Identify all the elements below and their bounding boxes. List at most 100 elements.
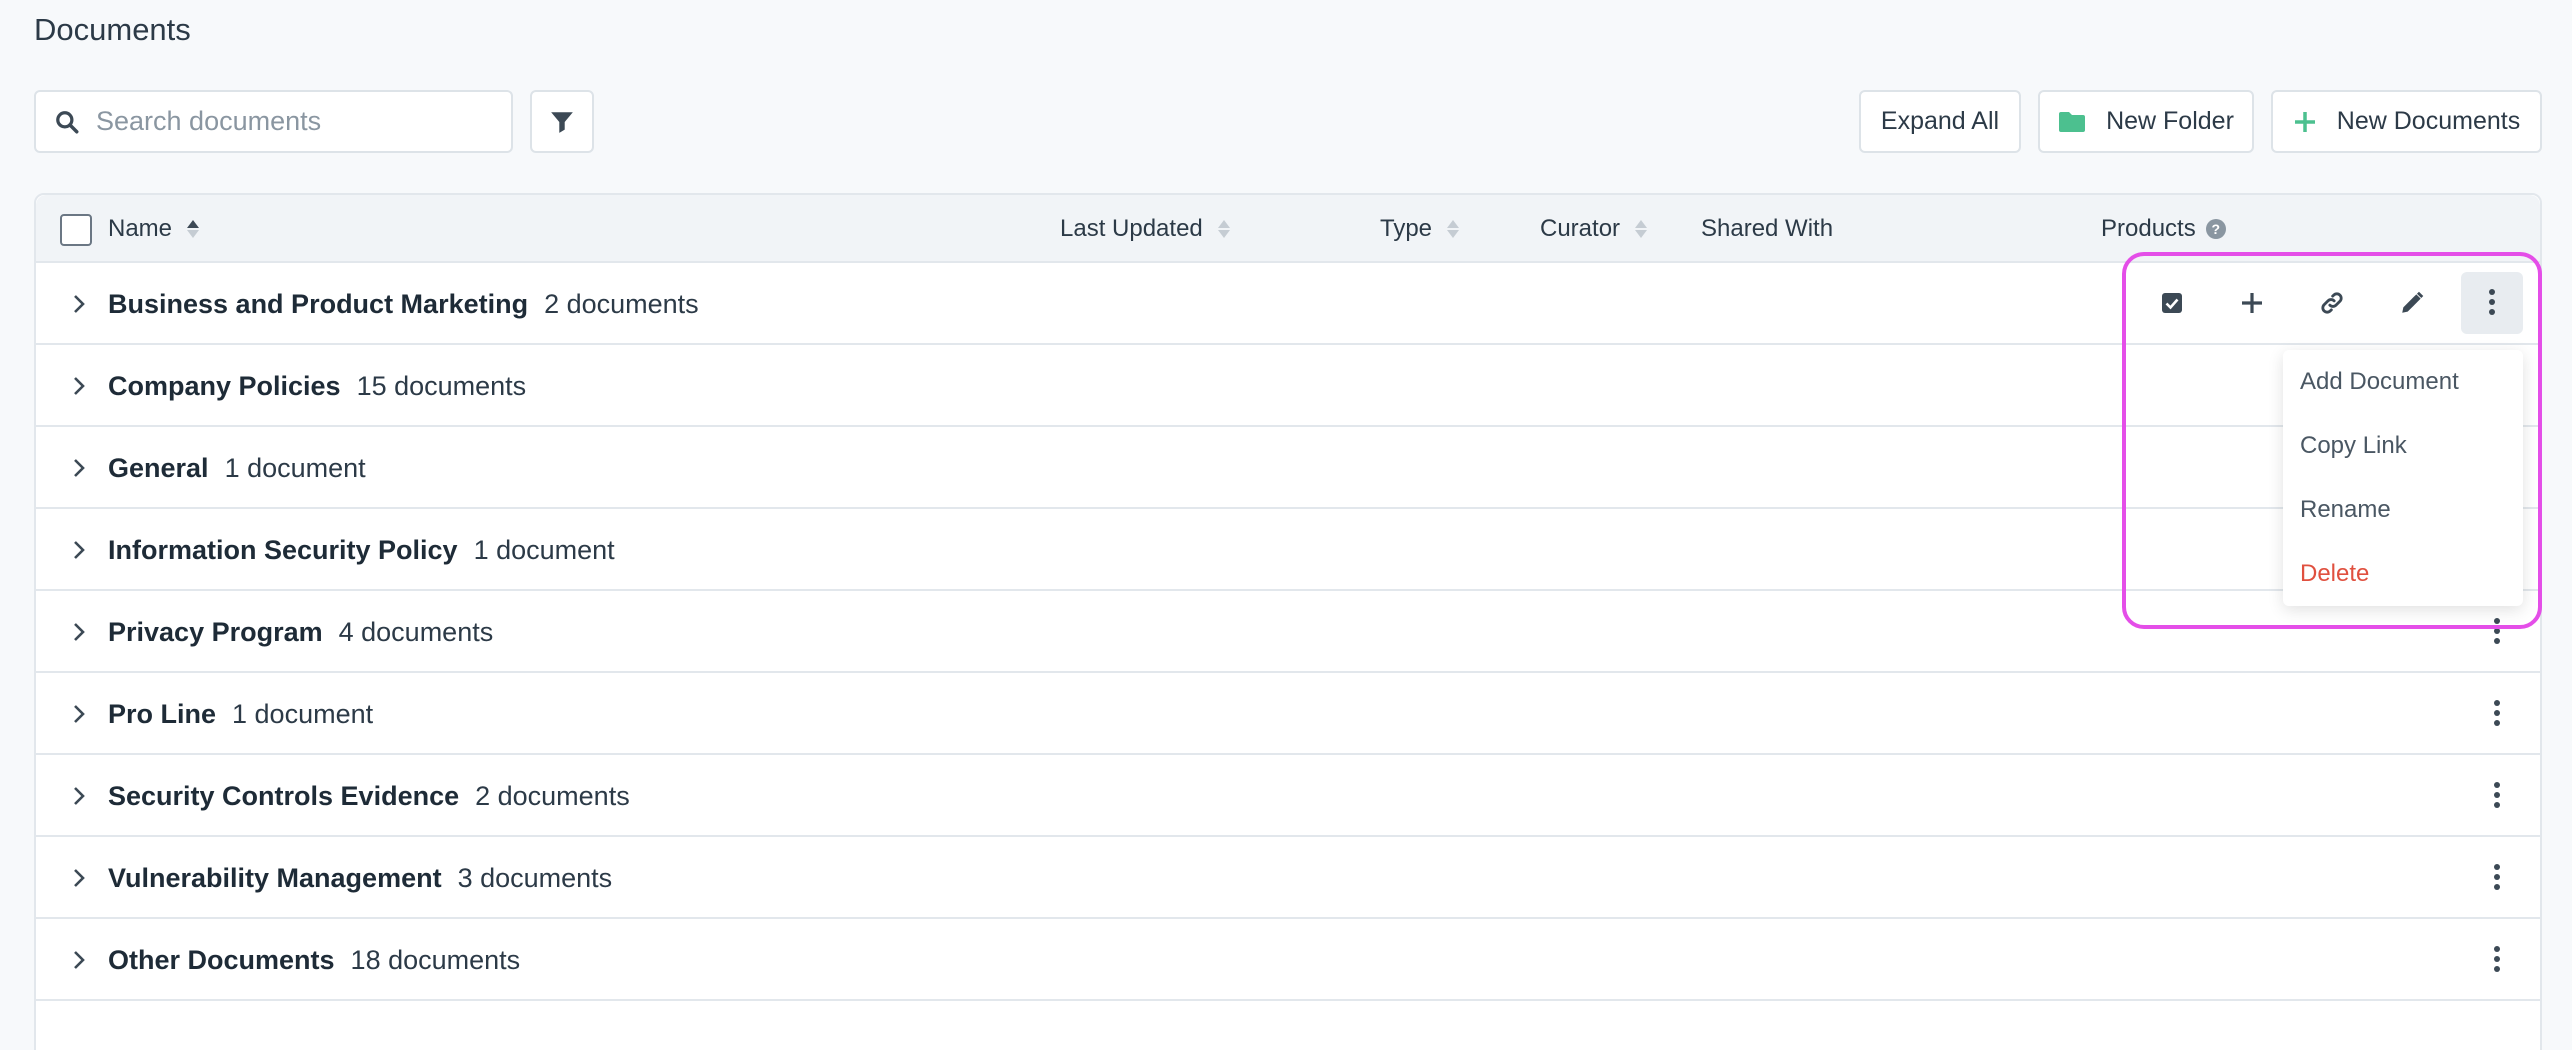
folder-title: Security Controls Evidence <box>108 780 460 811</box>
page-title: Documents <box>34 12 191 47</box>
folder-title: Company Policies <box>108 370 341 401</box>
column-last-updated[interactable]: Last Updated <box>1060 195 1231 263</box>
sort-icon <box>1217 220 1230 238</box>
column-type[interactable]: Type <box>1380 195 1460 263</box>
sort-asc-icon <box>187 220 200 238</box>
folder-icon <box>2059 111 2086 132</box>
chevron-right-icon[interactable] <box>72 375 86 397</box>
chevron-right-icon[interactable] <box>72 785 86 807</box>
expand-all-label: Expand All <box>1880 107 2000 135</box>
folder-title: Privacy Program <box>108 616 323 647</box>
folder-name: Other Documents 18 documents <box>108 919 520 1001</box>
menu-item-label: Copy Link <box>2300 432 2407 459</box>
chevron-right-icon[interactable] <box>72 867 86 889</box>
document-count: 1 document <box>473 534 615 565</box>
document-count: 3 documents <box>457 862 613 893</box>
kebab-menu-icon[interactable] <box>2492 700 2502 728</box>
column-name[interactable]: Name <box>108 195 200 263</box>
folder-title: Vulnerability Management <box>108 862 442 893</box>
search-input[interactable] <box>96 106 496 137</box>
new-documents-label: New Documents <box>2336 107 2521 135</box>
chevron-right-icon[interactable] <box>72 703 86 725</box>
more-options-button[interactable] <box>2461 272 2523 334</box>
menu-item-copy-link[interactable]: Copy Link <box>2300 414 2407 478</box>
folder-name: General 1 document <box>108 427 366 509</box>
sort-icon <box>1635 220 1648 238</box>
menu-item-rename[interactable]: Rename <box>2300 478 2391 542</box>
column-name-label: Name <box>108 215 173 242</box>
column-type-label: Type <box>1380 215 1433 242</box>
document-count: 1 document <box>232 698 374 729</box>
folder-title: Business and Product Marketing <box>108 288 529 319</box>
folder-name: Vulnerability Management 3 documents <box>108 837 612 919</box>
kebab-menu-icon[interactable] <box>2492 946 2502 974</box>
folder-name: Privacy Program 4 documents <box>108 591 493 673</box>
folder-title: Pro Line <box>108 698 217 729</box>
menu-item-delete[interactable]: Delete <box>2300 542 2369 606</box>
folder-title: Information Security Policy <box>108 534 458 565</box>
filter-button[interactable] <box>530 90 594 153</box>
select-row-button[interactable] <box>2141 272 2203 334</box>
folder-name: Pro Line 1 document <box>108 673 373 755</box>
plus-icon <box>2294 111 2315 132</box>
add-button[interactable] <box>2221 272 2283 334</box>
new-folder-label: New Folder <box>2106 107 2234 135</box>
document-count: 2 documents <box>544 288 699 319</box>
menu-item-label: Rename <box>2300 496 2391 523</box>
table-header: Name Last Updated Type Curator Shared Wi… <box>36 195 2540 263</box>
column-curator-label: Curator <box>1540 215 1621 242</box>
column-curator[interactable]: Curator <box>1540 195 1648 263</box>
new-folder-button[interactable]: New Folder <box>2038 90 2254 153</box>
kebab-menu-icon[interactable] <box>2492 782 2502 810</box>
folder-name: Information Security Policy 1 document <box>108 509 615 591</box>
table-row[interactable]: Other Documents 18 documents <box>36 919 2540 1001</box>
column-products: Products ? <box>2101 195 2226 263</box>
document-count: 18 documents <box>350 944 521 975</box>
chevron-right-icon[interactable] <box>72 949 86 971</box>
table-row[interactable]: Security Controls Evidence 2 documents <box>36 755 2540 837</box>
plus-icon <box>2242 293 2262 313</box>
kebab-menu-icon <box>2487 289 2497 317</box>
table-row[interactable]: Pro Line 1 document <box>36 673 2540 755</box>
document-count: 1 document <box>224 452 366 483</box>
folder-name: Business and Product Marketing 2 document… <box>108 263 699 345</box>
copy-link-button[interactable] <box>2301 272 2363 334</box>
link-icon <box>2321 292 2343 314</box>
search-icon <box>56 110 79 133</box>
document-count: 15 documents <box>356 370 527 401</box>
folder-name: Security Controls Evidence 2 documents <box>108 755 630 837</box>
edit-button[interactable] <box>2381 272 2443 334</box>
row-options-menu: Add Document Copy Link Rename Delete <box>2283 350 2523 606</box>
expand-all-button[interactable]: Expand All <box>1859 90 2021 153</box>
folder-title: General <box>108 452 209 483</box>
table-row[interactable]: Information Security Policy 1 document <box>36 509 2540 591</box>
chevron-right-icon[interactable] <box>72 293 86 315</box>
chevron-right-icon[interactable] <box>72 621 86 643</box>
table-row[interactable]: Vulnerability Management 3 documents <box>36 837 2540 919</box>
column-shared-with-label: Shared With <box>1701 215 1834 242</box>
filter-icon <box>551 111 573 133</box>
table-row[interactable]: Privacy Program 4 documents <box>36 591 2540 673</box>
folder-name: Company Policies 15 documents <box>108 345 526 427</box>
column-last-updated-label: Last Updated <box>1060 215 1203 242</box>
document-count: 2 documents <box>475 780 630 811</box>
column-shared-with: Shared With <box>1701 195 1833 263</box>
table-row[interactable]: Company Policies 15 documents <box>36 345 2540 427</box>
menu-item-label: Add Document <box>2300 368 2459 395</box>
new-documents-button[interactable]: New Documents <box>2271 90 2542 153</box>
document-count: 4 documents <box>338 616 494 647</box>
kebab-menu-icon[interactable] <box>2492 618 2502 646</box>
table-row[interactable]: General 1 document <box>36 427 2540 509</box>
menu-item-add-document[interactable]: Add Document <box>2300 350 2459 414</box>
help-icon[interactable]: ? <box>2205 219 2226 239</box>
column-products-label: Products <box>2101 215 2196 242</box>
sort-icon <box>1447 220 1460 238</box>
select-all-checkbox[interactable] <box>60 214 92 246</box>
checkbox-icon <box>2162 293 2182 313</box>
menu-item-label: Delete <box>2300 560 2370 587</box>
kebab-menu-icon[interactable] <box>2492 864 2502 892</box>
chevron-right-icon[interactable] <box>72 539 86 561</box>
pencil-icon <box>2402 291 2424 313</box>
chevron-right-icon[interactable] <box>72 457 86 479</box>
search-box[interactable] <box>34 90 513 153</box>
